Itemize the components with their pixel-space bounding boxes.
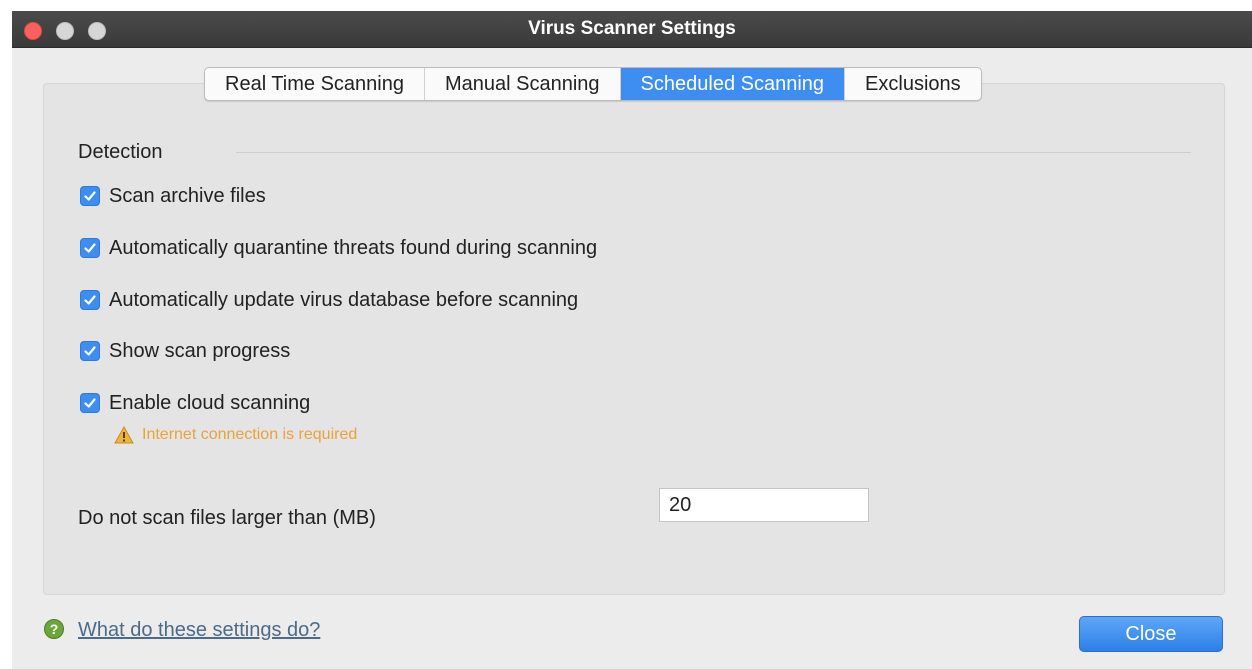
title-bar[interactable]: Virus Scanner Settings [12, 11, 1252, 48]
cloud-requirement-note: Internet connection is required [114, 426, 357, 444]
tab-bar: Real Time Scanning Manual Scanning Sched… [204, 67, 982, 101]
cloud-note-text: Internet connection is required [142, 426, 358, 443]
checkmark-icon [84, 346, 96, 356]
option-label: Automatically update virus database befo… [109, 288, 579, 311]
checkmark-icon [84, 243, 96, 253]
tab-scheduled-scanning[interactable]: Scheduled Scanning [620, 68, 846, 100]
tab-manual-scanning[interactable]: Manual Scanning [425, 68, 621, 100]
max-file-size-label: Do not scan files larger than (MB) [78, 507, 376, 529]
window-title: Virus Scanner Settings [528, 18, 736, 39]
option-scan-archive-files[interactable]: Scan archive files [80, 183, 266, 209]
option-auto-update-database[interactable]: Automatically update virus database befo… [80, 287, 578, 313]
option-label: Show scan progress [109, 339, 291, 362]
help-link[interactable]: What do these settings do? [78, 619, 320, 642]
auto-update-checkbox[interactable] [80, 290, 100, 310]
settings-window: Virus Scanner Settings Real Time Scannin… [12, 11, 1252, 669]
option-label: Automatically quarantine threats found d… [109, 236, 598, 259]
option-label: Scan archive files [109, 184, 266, 207]
option-enable-cloud-scanning[interactable]: Enable cloud scanning [80, 390, 310, 416]
show-progress-checkbox[interactable] [80, 341, 100, 361]
scan-archive-checkbox[interactable] [80, 186, 100, 206]
max-file-size-input[interactable] [659, 488, 869, 522]
checkmark-icon [84, 295, 96, 305]
auto-quarantine-checkbox[interactable] [80, 238, 100, 258]
tab-exclusions[interactable]: Exclusions [845, 68, 981, 100]
warning-icon [114, 426, 134, 444]
checkmark-icon [84, 191, 96, 201]
cloud-scanning-checkbox[interactable] [80, 393, 100, 413]
tab-real-time-scanning[interactable]: Real Time Scanning [205, 68, 425, 100]
checkmark-icon [84, 398, 96, 408]
close-button[interactable]: Close [1079, 616, 1223, 652]
option-label: Enable cloud scanning [109, 391, 311, 414]
option-auto-quarantine[interactable]: Automatically quarantine threats found d… [80, 235, 597, 261]
option-show-scan-progress[interactable]: Show scan progress [80, 338, 290, 364]
help-icon[interactable]: ? [44, 619, 64, 639]
section-title-detection: Detection [78, 141, 163, 163]
section-divider [236, 152, 1191, 153]
